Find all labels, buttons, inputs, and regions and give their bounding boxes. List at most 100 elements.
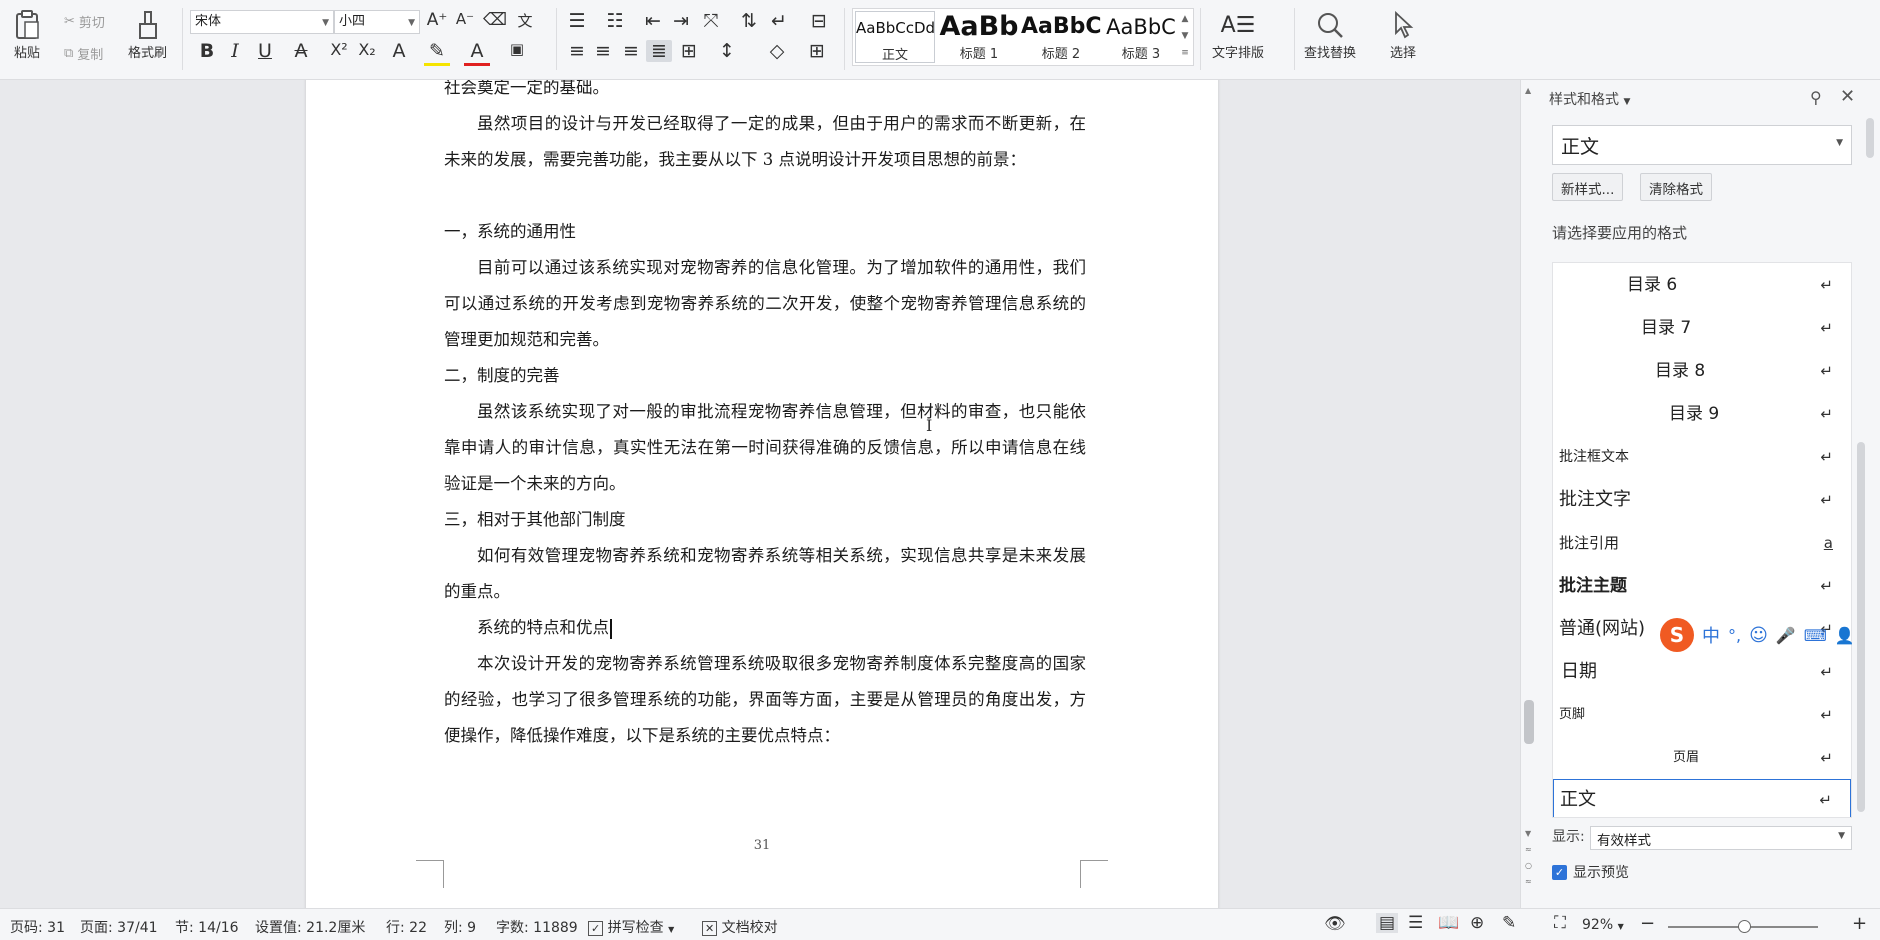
web-view-icon[interactable]: ⊕ xyxy=(1470,913,1484,933)
paste-button[interactable]: 粘贴 xyxy=(10,8,44,61)
font-size-select[interactable]: 小四 ▼ xyxy=(334,10,420,34)
read-view-icon[interactable]: 📖 xyxy=(1438,913,1459,933)
style-item-balloon-text[interactable]: 批注框文本 ↵ xyxy=(1553,437,1851,477)
clear-format-icon[interactable]: ⌫ xyxy=(482,10,508,30)
style-item-comment-subject[interactable]: 批注主题 ↵ xyxy=(1553,566,1851,606)
cut-button[interactable]: ✂ 剪切 xyxy=(64,12,105,31)
superscript-icon[interactable]: X² xyxy=(326,40,352,59)
style-item-comment-text[interactable]: 批注文字 ↵ xyxy=(1553,480,1851,520)
align-right-icon[interactable]: ≡ xyxy=(618,40,644,62)
char-border-icon[interactable]: ▣ xyxy=(504,40,530,58)
highlight-icon[interactable]: ✎ xyxy=(424,40,450,66)
show-marks-icon[interactable]: ↵ xyxy=(766,10,792,32)
borders-icon[interactable]: ⊞ xyxy=(804,40,830,62)
style-heading2[interactable]: AaBbC 标题 2 xyxy=(1021,11,1101,63)
panel-title[interactable]: 样式和格式 ▼ xyxy=(1549,89,1630,109)
shading-icon[interactable]: ◇ xyxy=(764,40,790,62)
increase-indent-icon[interactable]: ⇥ xyxy=(668,10,694,32)
style-item-header[interactable]: 页眉 ↵ xyxy=(1553,738,1851,778)
justify-icon[interactable]: ≣ xyxy=(646,40,672,62)
pinyin-icon[interactable]: 文 xyxy=(512,10,538,31)
status-page-code[interactable]: 页码: 31 xyxy=(10,917,65,937)
status-row[interactable]: 行: 22 xyxy=(386,917,427,937)
align-left-icon[interactable]: ≡ xyxy=(564,40,590,62)
chinese-layout-icon[interactable]: ⤧ xyxy=(698,10,724,32)
paragraph[interactable]: 虽然项目的设计与开发已经取得了一定的成果，但由于用户的需求而不断更新，在未来的发… xyxy=(444,106,1086,178)
align-center-icon[interactable]: ≡ xyxy=(590,40,616,62)
document-scrollbar[interactable]: ▲ ▼ ≈ ○ ≈ xyxy=(1522,86,1538,902)
punctuation-icon[interactable]: °, xyxy=(1728,626,1741,645)
zoom-slider[interactable] xyxy=(1668,920,1818,933)
zoom-slider-thumb[interactable] xyxy=(1738,920,1751,933)
italic-icon[interactable]: I xyxy=(222,40,248,62)
page-view-icon[interactable]: ▤ xyxy=(1376,913,1399,933)
text-layout-button[interactable]: A☰ 文字排版 xyxy=(1212,8,1264,62)
show-filter-select[interactable]: 有效样式 ▼ xyxy=(1590,826,1852,850)
user-icon[interactable]: 👤 xyxy=(1835,626,1855,645)
select-button[interactable]: 选择 xyxy=(1386,8,1420,61)
font-color-icon[interactable]: A xyxy=(464,40,490,66)
ime-lang-toggle[interactable]: 中 xyxy=(1702,622,1720,648)
status-col[interactable]: 列: 9 xyxy=(444,917,476,937)
show-preview-toggle[interactable]: ✓ 显示预览 xyxy=(1552,862,1629,882)
paragraph[interactable]: 如何有效管理宠物寄养系统和宠物寄养系统等相关系统，实现信息共享是未来发展的重点。 xyxy=(444,538,1086,610)
style-heading3[interactable]: AaBbC 标题 3 xyxy=(1101,11,1181,63)
style-item-comment-reference[interactable]: 批注引用 a xyxy=(1553,523,1851,563)
keyboard-icon[interactable]: ⌨ xyxy=(1804,626,1827,645)
zoom-in-icon[interactable]: + xyxy=(1852,913,1867,934)
numbered-list-icon[interactable]: ☷ xyxy=(602,10,628,32)
paragraph-with-caret[interactable]: 系统的特点和优点 xyxy=(444,610,1086,646)
status-word-count[interactable]: 字数: 11889 xyxy=(496,917,578,937)
format-painter-button[interactable]: 格式刷 xyxy=(128,8,167,61)
subscript-icon[interactable]: X₂ xyxy=(354,40,380,59)
paragraph[interactable]: 本次设计开发的宠物寄养系统管理系统吸取很多宠物寄养制度体系完整度高的国家的经验，… xyxy=(444,646,1086,754)
style-heading1[interactable]: AaBb 标题 1 xyxy=(939,11,1019,63)
scroll-thumb[interactable] xyxy=(1524,700,1534,744)
copy-button[interactable]: ⧉ 复制 xyxy=(64,44,103,63)
gallery-scroll[interactable]: ▲ ▼ ≡ xyxy=(1179,11,1191,62)
ime-logo-icon[interactable]: S xyxy=(1660,618,1694,652)
find-replace-button[interactable]: 查找替换 xyxy=(1304,8,1356,61)
style-item-normal[interactable]: 正文 ↵ xyxy=(1553,779,1851,817)
eye-protect-icon[interactable]: 👁 xyxy=(1324,914,1346,934)
spell-check-button[interactable]: ✓ 拼写检查 ▼ xyxy=(588,917,674,937)
panel-scroll-thumb[interactable] xyxy=(1866,118,1874,158)
close-icon[interactable]: ✕ xyxy=(1840,86,1855,107)
fit-page-icon[interactable]: ⛶ xyxy=(1554,913,1566,933)
text-effect-icon[interactable]: A xyxy=(386,40,412,62)
style-normal[interactable]: AaBbCcDd 正文 xyxy=(855,11,935,63)
microphone-icon[interactable]: 🎤 xyxy=(1776,626,1796,645)
paragraph[interactable]: 虽然该系统实现了对一般的审批流程宠物寄养信息管理，但材料的审查，也只能依靠申请人… xyxy=(444,394,1086,502)
write-view-icon[interactable]: ✎ xyxy=(1502,913,1516,933)
pin-icon[interactable]: ⚲ xyxy=(1810,88,1822,107)
font-name-select[interactable]: 宋体 ▼ xyxy=(190,10,334,34)
clear-format-button[interactable]: 清除格式 xyxy=(1640,173,1712,201)
emoji-icon[interactable]: ☺ xyxy=(1749,625,1768,646)
style-list-scrollbar[interactable] xyxy=(1857,262,1865,818)
tab-ruler-icon[interactable]: ⊟ xyxy=(806,10,832,32)
page-nav-icon[interactable]: ▼ ≈ ○ ≈ xyxy=(1525,826,1532,890)
checkbox-checked-icon[interactable]: ✓ xyxy=(1552,864,1567,880)
zoom-level[interactable]: 92% ▼ xyxy=(1582,917,1624,933)
document-page[interactable]: 社会奠定一定的基础。 虽然项目的设计与开发已经取得了一定的成果，但由于用户的需求… xyxy=(306,80,1218,908)
style-item-toc8[interactable]: 目录 8 ↵ xyxy=(1553,351,1851,391)
decrease-indent-icon[interactable]: ⇤ xyxy=(640,10,666,32)
bullet-list-icon[interactable]: ☰ xyxy=(564,10,590,32)
status-pages[interactable]: 页面: 37/41 xyxy=(80,917,158,937)
paragraph[interactable]: 社会奠定一定的基础。 xyxy=(444,80,1086,106)
line-spacing-icon[interactable]: ↕ xyxy=(714,40,740,62)
new-style-button[interactable]: 新样式... xyxy=(1552,173,1624,201)
style-item-toc6[interactable]: 目录 6 ↵ xyxy=(1553,265,1851,305)
style-item-date[interactable]: 日期 ↵ xyxy=(1553,652,1851,692)
grow-font-icon[interactable]: A⁺ xyxy=(424,10,450,30)
bold-icon[interactable]: B xyxy=(194,40,220,62)
strikethrough-icon[interactable]: A xyxy=(288,40,314,62)
style-item-toc9[interactable]: 目录 9 ↵ xyxy=(1553,394,1851,434)
heading-text[interactable]: 三，相对于其他部门制度 xyxy=(444,502,1086,538)
style-item-toc7[interactable]: 目录 7 ↵ xyxy=(1553,308,1851,348)
status-setting[interactable]: 设置值: 21.2厘米 xyxy=(255,917,365,937)
scroll-up-icon[interactable]: ▲ xyxy=(1525,86,1531,95)
style-item-footer[interactable]: 页脚 ↵ xyxy=(1553,695,1851,735)
doc-check-button[interactable]: ✕ 文档校对 xyxy=(702,917,778,937)
paragraph[interactable]: 目前可以通过该系统实现对宠物寄养的信息化管理。为了增加软件的通用性，我们可以通过… xyxy=(444,250,1086,358)
